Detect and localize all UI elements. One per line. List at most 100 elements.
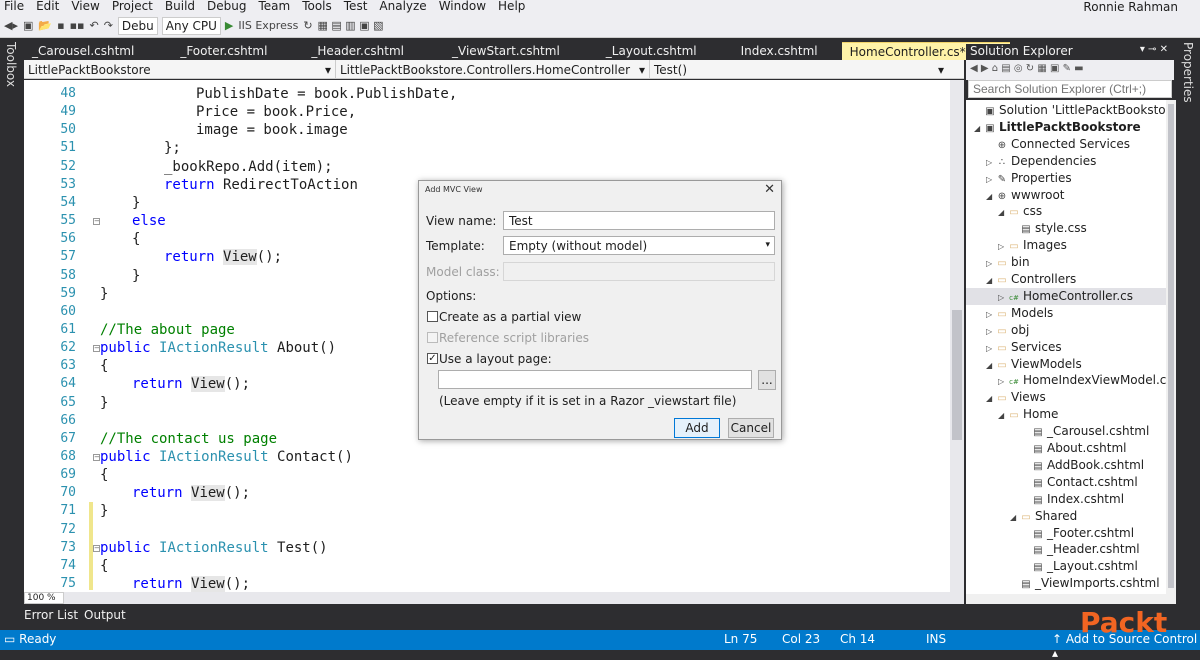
expand-arrow-icon[interactable]: ◢ [986, 272, 996, 289]
expand-arrow-icon[interactable]: ▷ [998, 289, 1008, 306]
menu-test[interactable]: Test [338, 0, 374, 13]
partial-view-label[interactable]: Create as a partial view [439, 310, 581, 324]
properties-strip[interactable]: Properties [1176, 38, 1200, 598]
tree-item[interactable]: ◢ ▭ Home [998, 406, 1058, 423]
tree-item[interactable]: ▤ Index.cshtml [1022, 491, 1124, 508]
expand-arrow-icon[interactable]: ▷ [986, 323, 996, 340]
tree-item[interactable]: ▷ ▭ Images [998, 237, 1067, 254]
tree-item[interactable]: ◢ ▭ Controllers [986, 271, 1076, 288]
expand-arrow-icon[interactable]: ◢ [986, 188, 996, 205]
partial-view-checkbox[interactable] [427, 311, 438, 322]
cancel-button[interactable]: Cancel [728, 418, 774, 438]
toolbar-extra-icons[interactable]: ▦ ▤ ▥ ▣ ▧ [318, 19, 384, 32]
layout-page-label[interactable]: Use a layout page: [439, 352, 552, 366]
tree-item[interactable]: ◢ ▭ Shared [1010, 508, 1077, 525]
menu-build[interactable]: Build [159, 0, 201, 13]
expand-arrow-icon[interactable]: ◢ [974, 120, 984, 137]
run-icon[interactable]: ▶ [225, 19, 233, 32]
tree-item[interactable]: ▣ Solution 'LittlePacktBookstore' (1 [974, 102, 1166, 119]
menu-debug[interactable]: Debug [201, 0, 252, 13]
menu-file[interactable]: File [0, 0, 30, 13]
tree-item[interactable]: ▷ ▭ obj [986, 322, 1029, 339]
tab-carousel[interactable]: _Carousel.cshtml [24, 42, 142, 60]
tree-item[interactable]: ⊕ Connected Services [986, 136, 1130, 153]
tree-item[interactable]: ◢ ▭ css [998, 203, 1042, 220]
close-icon[interactable]: ✕ [764, 182, 775, 197]
redo-icon[interactable]: ↷ [104, 19, 113, 32]
tree-item[interactable]: ◢ ▭ ViewModels [986, 356, 1082, 373]
toolbox-label[interactable]: Toolbox [4, 42, 18, 87]
editor-vertical-scrollbar[interactable] [950, 80, 964, 592]
new-project-icon[interactable]: ▣ [23, 19, 33, 32]
expand-arrow-icon[interactable]: ▷ [986, 340, 996, 357]
menu-window[interactable]: Window [433, 0, 492, 13]
project-dropdown[interactable]: LittlePacktBookstore ▾ [24, 60, 336, 79]
editor-horizontal-scrollbar[interactable]: 100 % [24, 592, 964, 604]
fold-toggle-icon[interactable]: − [93, 544, 100, 552]
expand-arrow-icon[interactable]: ▷ [998, 238, 1008, 255]
tree-item[interactable]: ▤ _Header.cshtml [1022, 541, 1139, 558]
tree-item[interactable]: ▷ c# HomeController.cs [966, 287, 1166, 306]
view-name-input[interactable]: Test [503, 211, 775, 230]
tree-item[interactable]: ▤ _ViewImports.cshtml [1010, 575, 1159, 592]
tree-item[interactable]: ▤ _Layout.cshtml [1022, 558, 1138, 575]
platform-select[interactable]: Any CPU [161, 16, 221, 35]
tab-header[interactable]: _Header.cshtml [303, 42, 412, 60]
tree-item[interactable]: ◢ ⊕ wwwroot [986, 187, 1065, 204]
solution-explorer-toolbar-icons[interactable]: ◀ ▶ ⌂ ▤ ◎ ↻ ▦ ▣ ✎ ▬ [970, 63, 1084, 74]
refresh-icon[interactable]: ↻ [303, 19, 312, 32]
template-select[interactable]: Empty (without model) ▾ [503, 236, 775, 255]
scrollbar-thumb[interactable] [952, 310, 962, 440]
save-all-icon[interactable]: ▪▪ [70, 19, 85, 32]
tree-item[interactable]: ▷ ✎ Properties [986, 170, 1072, 187]
expand-arrow-icon[interactable]: ▷ [998, 373, 1008, 390]
tab-layout[interactable]: _Layout.cshtml [598, 42, 705, 60]
tree-item[interactable]: ◢ ▣ LittlePacktBookstore [974, 119, 1141, 136]
tab-viewstart[interactable]: _ViewStart.cshtml [444, 42, 568, 60]
menu-tools[interactable]: Tools [296, 0, 338, 13]
pane-controls-icon[interactable]: ▾ ⊸ ✕ [1140, 44, 1168, 55]
back-icon[interactable]: ◀▸ [4, 19, 18, 32]
member-dropdown[interactable]: Test() ▾ [650, 60, 948, 79]
solution-explorer-scrollbar[interactable] [1166, 100, 1176, 594]
menu-view[interactable]: View [65, 0, 105, 13]
expand-arrow-icon[interactable]: ◢ [998, 407, 1008, 424]
solution-explorer-hscrollbar[interactable] [966, 594, 1176, 604]
tree-item[interactable]: ▤ _Footer.cshtml [1022, 525, 1134, 542]
tree-item[interactable]: ▤ AddBook.cshtml [1022, 457, 1144, 474]
menu-project[interactable]: Project [106, 0, 159, 13]
solution-explorer-search[interactable] [968, 80, 1172, 98]
fold-toggle-icon[interactable]: − [93, 218, 100, 226]
expand-arrow-icon[interactable]: ▷ [986, 154, 996, 171]
layout-page-input[interactable] [438, 370, 752, 389]
tree-item[interactable]: ▤ style.css [1010, 220, 1086, 237]
tree-item[interactable]: ▤ About.cshtml [1022, 440, 1126, 457]
properties-label[interactable]: Properties [1181, 42, 1195, 103]
configuration-select[interactable]: Debu [117, 16, 158, 35]
fold-toggle-icon[interactable]: − [93, 454, 100, 461]
tab-error-list[interactable]: Error List [24, 608, 78, 626]
expand-arrow-icon[interactable]: ▷ [986, 255, 996, 272]
tab-index[interactable]: Index.cshtml [733, 42, 826, 60]
open-icon[interactable]: 📂 [38, 19, 52, 32]
tree-item[interactable]: ▷ ∴ Dependencies [986, 153, 1096, 170]
scrollbar-thumb[interactable] [1168, 104, 1174, 588]
tree-item[interactable]: ◢ ▭ Views [986, 389, 1046, 406]
tree-item[interactable]: ▷ ▭ Services [986, 339, 1062, 356]
tree-item[interactable]: ▷ ▭ bin [986, 254, 1030, 271]
class-dropdown[interactable]: LittlePacktBookstore.Controllers.HomeCon… [336, 60, 650, 79]
tab-output[interactable]: Output [84, 608, 126, 626]
tree-item[interactable]: ▤ _Carousel.cshtml [1022, 423, 1149, 440]
tab-footer[interactable]: _Footer.cshtml [172, 42, 275, 60]
layout-page-checkbox[interactable]: ✓ [427, 353, 438, 364]
expand-arrow-icon[interactable]: ◢ [998, 204, 1008, 221]
zoom-level[interactable]: 100 % [24, 592, 64, 604]
menu-team[interactable]: Team [252, 0, 296, 13]
expand-arrow-icon[interactable]: ◢ [1010, 509, 1020, 526]
tree-item[interactable]: ▷ c# HomeIndexViewModel.cs [998, 372, 1166, 389]
expand-arrow-icon[interactable]: ◢ [986, 390, 996, 407]
user-name[interactable]: Ronnie Rahman [1083, 0, 1178, 14]
browse-button[interactable]: ... [758, 370, 776, 390]
tree-item[interactable]: ▤ Contact.cshtml [1022, 474, 1137, 491]
expand-arrow-icon[interactable]: ▷ [986, 306, 996, 323]
